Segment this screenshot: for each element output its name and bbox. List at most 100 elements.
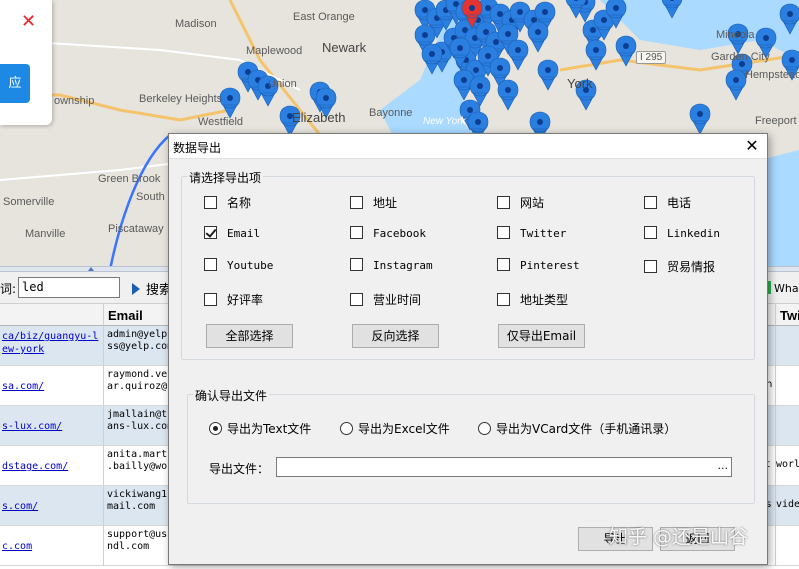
checkbox-pinterest[interactable]: Pinterest	[497, 258, 580, 274]
place-label: Garden City	[711, 51, 770, 63]
map-pin-icon[interactable]	[537, 59, 559, 91]
map-pin-icon[interactable]	[527, 21, 549, 53]
map-pin-dot	[469, 5, 475, 11]
close-icon[interactable]: ✕	[21, 12, 36, 32]
checkbox-box[interactable]	[350, 196, 363, 209]
checkbox-youtube[interactable]: Youtube	[204, 258, 273, 274]
website-cell[interactable]: s-lux.com/	[0, 406, 104, 446]
popup-action-button[interactable]: 应	[0, 64, 30, 103]
twitter-cell: worl	[776, 459, 799, 470]
radio-dot[interactable]	[340, 422, 353, 435]
checkbox-box[interactable]	[204, 226, 217, 239]
radio-label: 导出为Text文件	[227, 422, 312, 436]
checkbox-linkedin[interactable]: Linkedin	[644, 226, 720, 242]
checkbox-box[interactable]	[497, 226, 510, 239]
place-label: York	[567, 76, 593, 91]
checkbox-box[interactable]	[497, 196, 510, 209]
search-button[interactable]: 搜索	[132, 279, 172, 298]
export-button[interactable]: 导出	[578, 527, 653, 551]
map-pin-icon[interactable]	[507, 39, 529, 71]
map-pin-dot	[493, 39, 499, 45]
checkbox-网站[interactable]: 网站	[497, 194, 544, 210]
format-radio-2[interactable]: 导出为Excel文件	[340, 420, 450, 436]
place-label: Westfield	[198, 116, 244, 128]
checkbox-box[interactable]	[350, 293, 363, 306]
export-file-group: 确认导出文件	[187, 387, 755, 504]
map-pin-dot	[593, 47, 599, 53]
map-pin-icon[interactable]	[689, 103, 711, 135]
column-header-website[interactable]	[0, 304, 104, 326]
dialog-titlebar[interactable]: 数据导出 ✕	[169, 134, 767, 159]
checkbox-label: 好评率	[227, 293, 264, 307]
checkbox-box[interactable]	[497, 293, 510, 306]
checkbox-label: 电话	[667, 196, 692, 210]
play-icon	[132, 283, 140, 295]
checkbox-地址类型[interactable]: 地址类型	[497, 291, 568, 307]
twitter-cell	[776, 366, 799, 406]
map-pin-icon[interactable]	[497, 79, 519, 111]
close-icon[interactable]: ✕	[741, 136, 763, 156]
map-pin-dot	[545, 67, 551, 73]
map-pin-dot	[733, 77, 739, 83]
place-label: East Orange	[293, 11, 355, 23]
map-pin-dot	[323, 95, 329, 101]
website-cell[interactable]: c.com	[0, 526, 104, 566]
format-radio-3[interactable]: 导出为VCard文件（手机通讯录）	[478, 420, 676, 436]
checkbox-地址[interactable]: 地址	[350, 194, 397, 210]
whatsapp-filter[interactable]: What	[764, 281, 799, 295]
export-dialog: 数据导出 ✕ 请选择导出项 名称 地址 网站 电话 Email Facebook Twitt…	[168, 133, 768, 565]
splitter-arrow-icon[interactable]	[88, 267, 94, 271]
place-label: New York	[423, 116, 466, 127]
checkbox-box[interactable]	[644, 260, 657, 273]
checkbox-box[interactable]	[497, 258, 510, 271]
keyword-input[interactable]: led	[18, 277, 120, 298]
website-cell[interactable]: ca/biz/guangyu-l ew-york	[0, 326, 104, 366]
checkbox-box[interactable]	[350, 226, 363, 239]
format-radio-1[interactable]: 导出为Text文件	[209, 420, 311, 436]
checkbox-box[interactable]	[204, 293, 217, 306]
checkbox-电话[interactable]: 电话	[644, 194, 691, 210]
export-email-only-button[interactable]: 仅导出Email	[498, 324, 585, 348]
checkbox-box[interactable]	[204, 196, 217, 209]
checkbox-box[interactable]	[204, 258, 217, 271]
map-pin-icon[interactable]	[219, 87, 241, 119]
map-pin-dot	[422, 32, 428, 38]
map-pin-dot	[475, 119, 481, 125]
checkbox-instagram[interactable]: Instagram	[350, 258, 433, 274]
select-all-button[interactable]: 全部选择	[206, 324, 293, 348]
map-pin-dot	[457, 45, 463, 51]
map-pin-dot	[483, 29, 489, 35]
map-pin-dot	[542, 9, 548, 15]
group-title: 确认导出文件	[193, 387, 270, 404]
website-cell[interactable]: dstage.com/	[0, 446, 104, 486]
map-pin-dot	[787, 11, 793, 17]
radio-dot[interactable]	[478, 422, 491, 435]
map-pin-icon[interactable]	[725, 69, 747, 101]
map-pin-dot	[590, 27, 596, 33]
map-pin-dot	[535, 29, 541, 35]
checkbox-box[interactable]	[644, 226, 657, 239]
map-pin-dot	[227, 95, 233, 101]
place-label: Madison	[175, 18, 217, 30]
checkbox-label: 网站	[520, 196, 545, 210]
website-cell[interactable]: s.com/	[0, 486, 104, 526]
invert-selection-button[interactable]: 反向选择	[352, 324, 439, 348]
checkbox-好评率[interactable]: 好评率	[204, 291, 263, 307]
radio-dot[interactable]	[209, 422, 222, 435]
checkbox-email[interactable]: Email	[204, 226, 260, 242]
map-pin-dot	[505, 31, 511, 37]
checkbox-label: Facebook	[373, 227, 426, 240]
map-pin-dot	[789, 57, 795, 63]
checkbox-box[interactable]	[350, 258, 363, 271]
column-header-twitter[interactable]: Twi	[776, 304, 799, 326]
checkbox-贸易情报[interactable]: 贸易情报	[644, 258, 715, 274]
back-button[interactable]: 返回	[660, 527, 735, 551]
website-cell[interactable]: sa.com/	[0, 366, 104, 406]
browse-button[interactable]: ...	[718, 459, 729, 472]
file-path-input[interactable]: ...	[276, 457, 732, 477]
checkbox-营业时间[interactable]: 营业时间	[350, 291, 421, 307]
checkbox-twitter[interactable]: Twitter	[497, 226, 566, 242]
checkbox-box[interactable]	[644, 196, 657, 209]
checkbox-facebook[interactable]: Facebook	[350, 226, 426, 242]
checkbox-名称[interactable]: 名称	[204, 194, 251, 210]
